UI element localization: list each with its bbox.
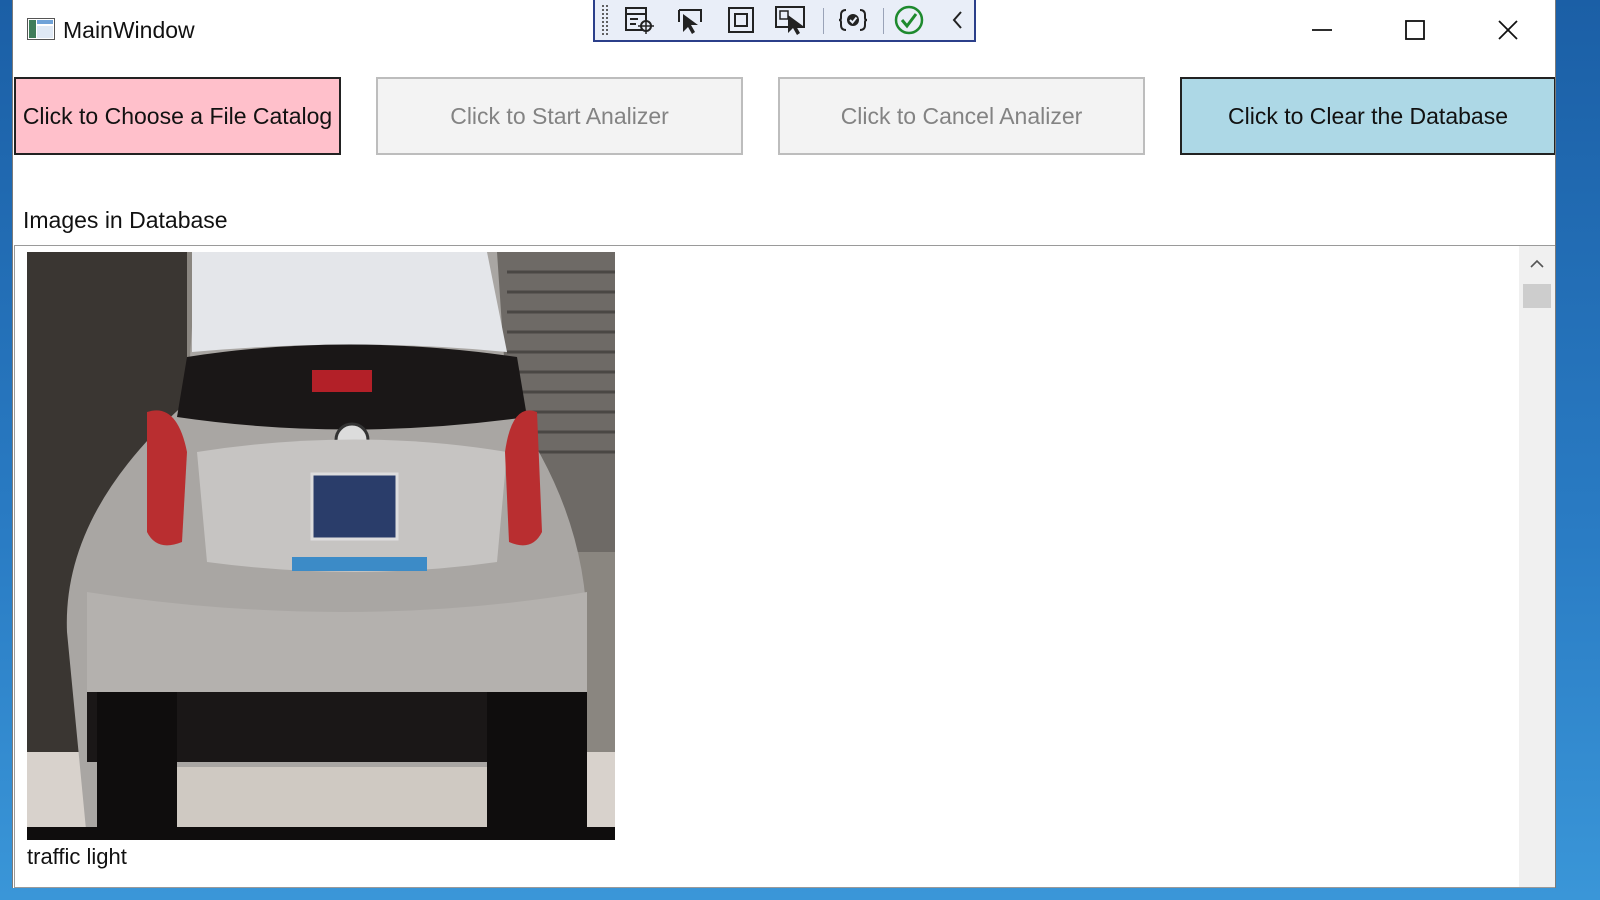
- clear-database-button[interactable]: Click to Clear the Database: [1180, 77, 1555, 155]
- live-visual-tree-icon[interactable]: [621, 3, 657, 37]
- maximize-button[interactable]: [1380, 8, 1450, 52]
- toolbar-separator: [823, 8, 824, 34]
- vertical-scrollbar[interactable]: [1519, 246, 1555, 887]
- database-image-list[interactable]: traffic light: [14, 245, 1555, 888]
- close-button[interactable]: [1473, 8, 1543, 52]
- toolbar-grip[interactable]: [601, 4, 609, 36]
- cancel-analyzer-button[interactable]: Click to Cancel Analizer: [778, 77, 1145, 155]
- app-icon: [27, 18, 55, 40]
- title-bar: MainWindow: [13, 0, 1555, 60]
- car-rear-photo: [27, 252, 615, 840]
- window-title: MainWindow: [63, 17, 195, 43]
- toolbar-separator: [883, 8, 884, 34]
- chevron-up-icon: [1530, 259, 1544, 268]
- scroll-thumb[interactable]: [1523, 284, 1551, 308]
- select-element-icon[interactable]: [672, 3, 708, 37]
- minimize-icon: [1312, 29, 1332, 31]
- close-icon: [1498, 20, 1518, 40]
- start-analyzer-button[interactable]: Click to Start Analizer: [376, 77, 743, 155]
- hot-reload-check-icon[interactable]: [891, 3, 927, 37]
- maximize-icon: [1405, 20, 1425, 40]
- track-focused-element-icon[interactable]: [773, 3, 809, 37]
- display-layout-adorners-icon[interactable]: [723, 3, 759, 37]
- minimize-button[interactable]: [1287, 8, 1357, 52]
- list-item[interactable]: traffic light: [27, 252, 617, 870]
- binding-failures-icon[interactable]: [835, 3, 871, 37]
- scroll-up-button[interactable]: [1519, 246, 1555, 282]
- collapse-toolbar-icon[interactable]: [940, 3, 976, 37]
- images-in-database-label: Images in Database: [23, 207, 228, 233]
- xaml-debug-toolbar: [593, 0, 976, 42]
- image-caption: traffic light: [27, 844, 127, 869]
- main-window: MainWindow Click to Choose a File Catalo…: [12, 0, 1556, 888]
- choose-file-catalog-button[interactable]: Click to Choose a File Catalog: [14, 77, 341, 155]
